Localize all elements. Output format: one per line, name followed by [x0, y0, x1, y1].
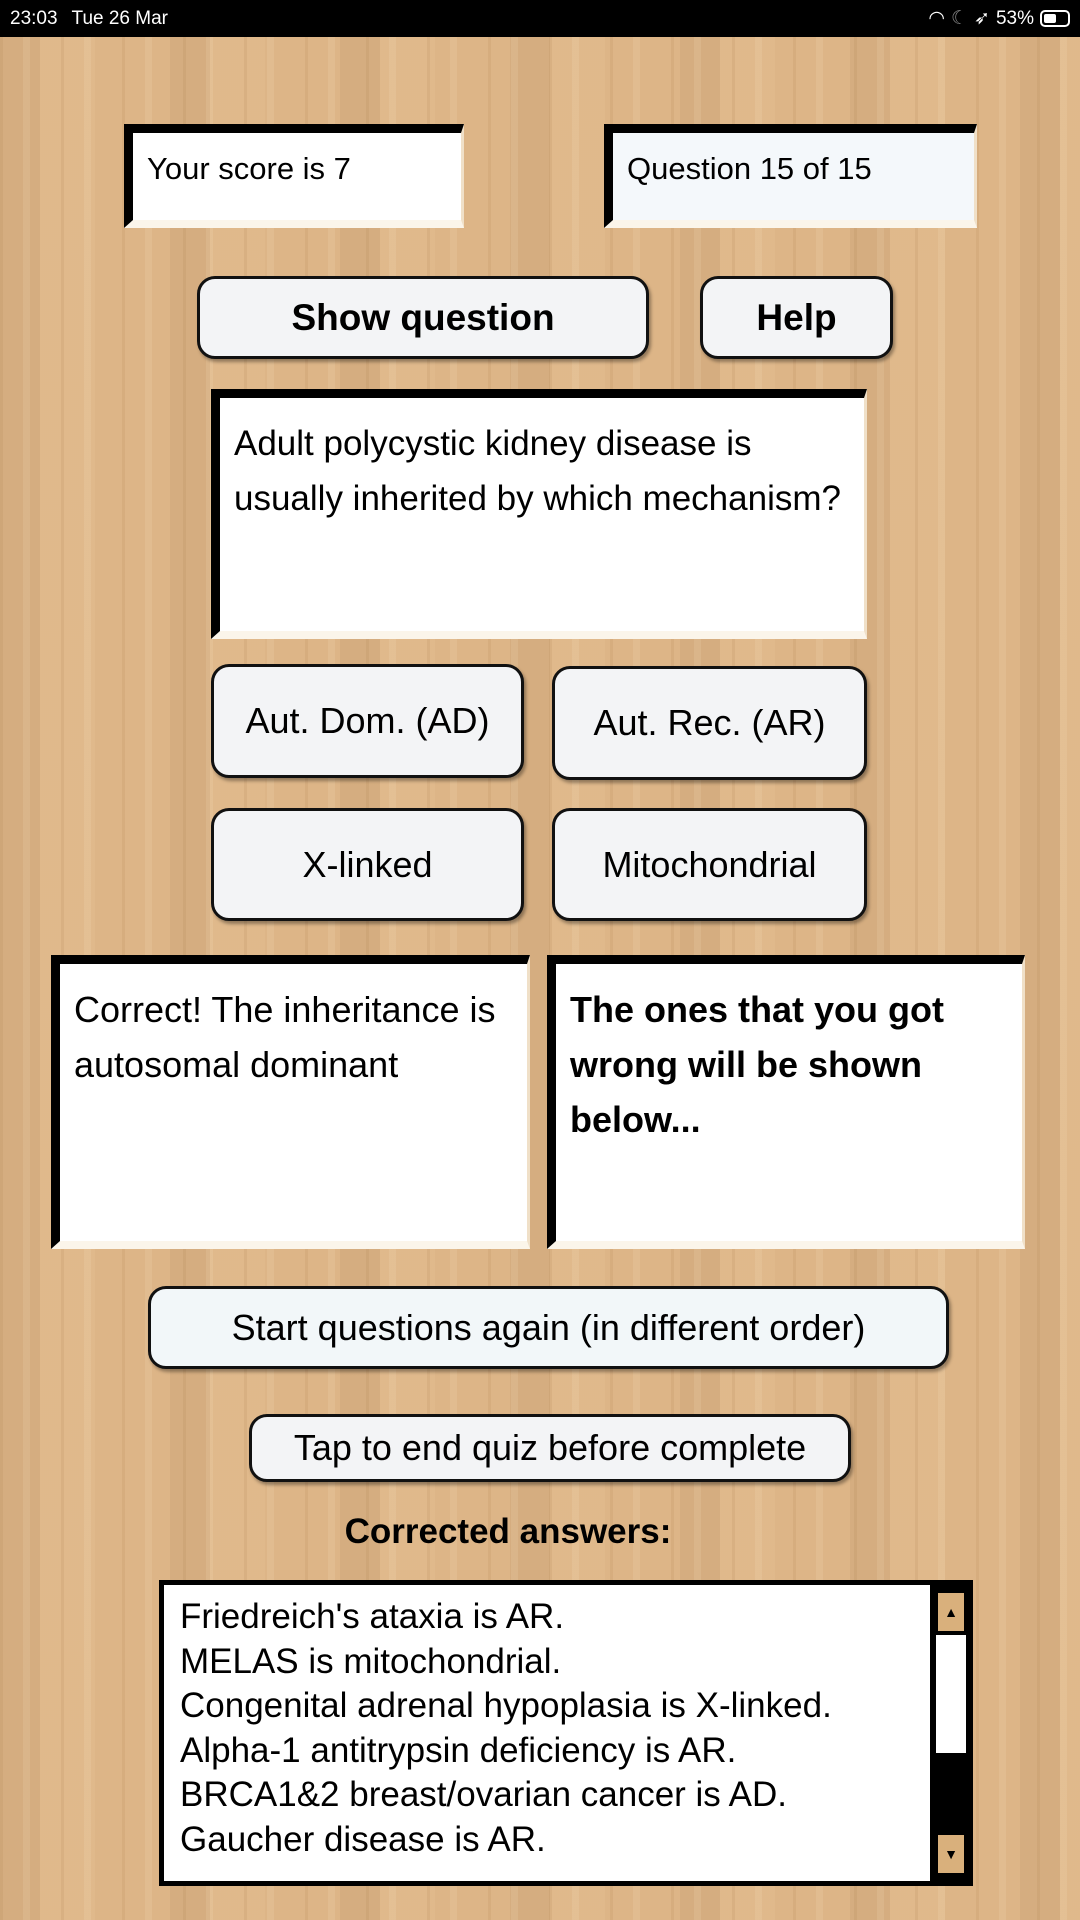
- location-icon: ➶: [974, 8, 990, 29]
- list-item: MELAS is mitochondrial.: [180, 1641, 562, 1681]
- date: Tue 26 Mar: [71, 7, 168, 29]
- scroll-down-icon[interactable]: ▼: [936, 1833, 966, 1875]
- end-quiz-button[interactable]: Tap to end quiz before complete: [249, 1414, 851, 1482]
- info-text: The ones that you got wrong will be show…: [547, 955, 1025, 1249]
- list-item: BRCA1&2 breast/ovarian cancer is AD.: [180, 1775, 787, 1814]
- wifi-icon: ◠: [928, 8, 945, 29]
- corrected-answers-list[interactable]: Friedreich's ataxia is AR. MELAS is mito…: [159, 1580, 973, 1886]
- clock: 23:03: [10, 7, 58, 29]
- question-text: Adult polycystic kidney disease is usual…: [211, 389, 867, 639]
- moon-icon: ☾: [951, 8, 969, 29]
- question-counter: Question 15 of 15: [604, 124, 977, 228]
- corrected-answers-label: Corrected answers:: [344, 1512, 672, 1551]
- help-button[interactable]: Help: [700, 276, 893, 359]
- battery-icon: [1040, 10, 1070, 27]
- feedback-text: Correct! The inheritance is autosomal do…: [51, 955, 530, 1249]
- scrollbar[interactable]: ▲ ▼: [930, 1585, 968, 1881]
- status-bar: 23:03 Tue 26 Mar ◠ ☾ ➶ 53%: [0, 0, 1080, 37]
- answer-ad-button[interactable]: Aut. Dom. (AD): [211, 664, 524, 778]
- list-item: Gaucher disease is AR.: [180, 1819, 546, 1859]
- answer-mitochondrial-button[interactable]: Mitochondrial: [552, 808, 867, 921]
- score-display: Your score is 7: [124, 124, 464, 228]
- list-item: Friedreich's ataxia is AR.: [180, 1597, 565, 1636]
- scrollbar-track[interactable]: [936, 1635, 966, 1753]
- answer-x-linked-button[interactable]: X-linked: [211, 808, 524, 921]
- battery-percent: 53%: [995, 7, 1034, 29]
- answer-ar-button[interactable]: Aut. Rec. (AR): [552, 666, 867, 780]
- show-question-button[interactable]: Show question: [197, 276, 649, 359]
- list-item: Congenital adrenal hypoplasia is X-linke…: [180, 1686, 832, 1725]
- scroll-up-icon[interactable]: ▲: [936, 1591, 966, 1633]
- list-item: Alpha-1 antitrypsin deficiency is AR.: [180, 1730, 737, 1770]
- restart-button[interactable]: Start questions again (in different orde…: [148, 1286, 949, 1369]
